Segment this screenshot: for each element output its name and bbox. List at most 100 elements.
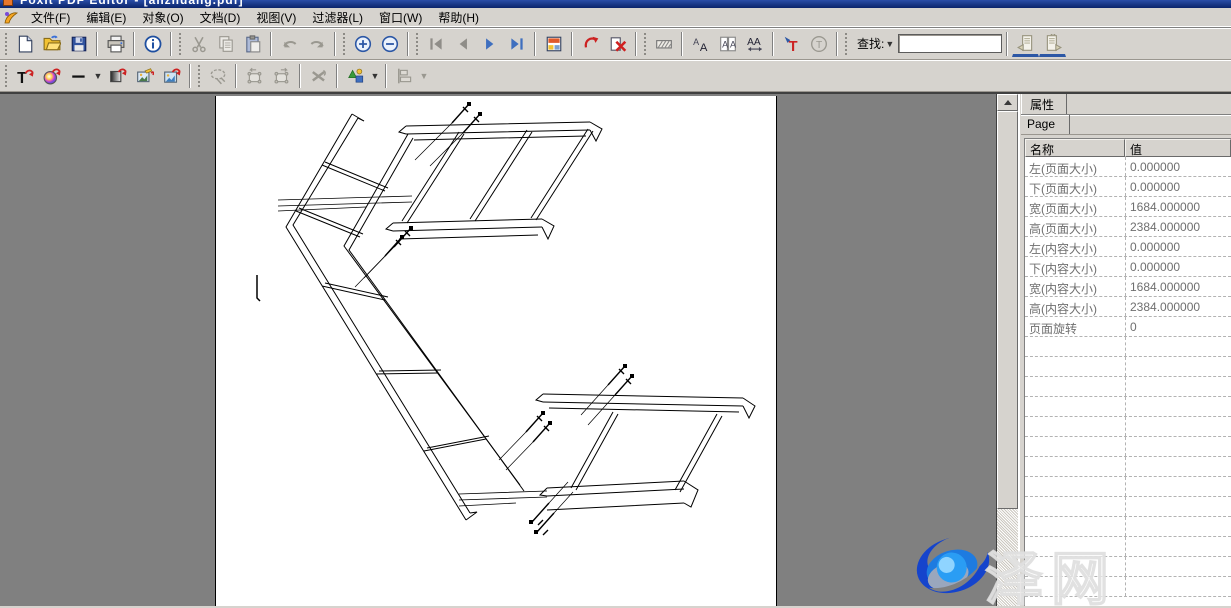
next-page-button[interactable] xyxy=(476,31,503,57)
print-button[interactable] xyxy=(102,31,129,57)
toolbar-drag-handle[interactable] xyxy=(4,65,8,87)
vertical-scrollbar[interactable] xyxy=(996,94,1018,606)
property-value[interactable]: 0 xyxy=(1125,317,1231,336)
separator xyxy=(170,32,172,56)
property-value[interactable]: 0.000000 xyxy=(1125,177,1231,196)
char-spacing-icon: AA xyxy=(746,35,764,53)
rotate-page-button[interactable] xyxy=(577,31,604,57)
document-page[interactable] xyxy=(215,96,777,606)
menu-object[interactable]: 对象(O) xyxy=(134,7,191,28)
line-style-dropdown-caret-icon[interactable]: ▼ xyxy=(92,63,104,89)
property-value[interactable]: 1684.000000 xyxy=(1125,277,1231,296)
rotate-left-icon xyxy=(246,67,264,85)
rotate-object-right-button[interactable] xyxy=(268,63,295,89)
copy-button[interactable] xyxy=(212,31,239,57)
toolbar-drag-handle[interactable] xyxy=(178,33,182,55)
edit-color-button[interactable] xyxy=(38,63,65,89)
property-name: 页面旋转 xyxy=(1025,317,1125,336)
property-name: 下(内容大小) xyxy=(1025,257,1125,276)
paste-button[interactable] xyxy=(239,31,266,57)
cut-button[interactable] xyxy=(185,31,212,57)
toolbar-drag-handle[interactable] xyxy=(197,65,201,87)
menu-window[interactable]: 窗口(W) xyxy=(371,7,430,28)
menu-filter[interactable]: 过滤器(L) xyxy=(304,7,371,28)
align-objects-button[interactable] xyxy=(391,63,418,89)
separator xyxy=(836,32,838,56)
undo-button[interactable] xyxy=(276,31,303,57)
empty-row xyxy=(1025,337,1231,357)
main-area: 属性 Page 名称 值 左(页面大小) 0.000000 下(页面大小) 0.… xyxy=(0,92,1231,606)
font-size-button[interactable]: AA xyxy=(714,31,741,57)
open-file-button[interactable] xyxy=(38,31,65,57)
toolbar-drag-handle[interactable] xyxy=(415,33,419,55)
toolbar-drag-handle[interactable] xyxy=(342,33,346,55)
line-style-button[interactable] xyxy=(65,63,92,89)
zoom-in-button[interactable] xyxy=(349,31,376,57)
first-page-button[interactable] xyxy=(422,31,449,57)
delete-page-button[interactable] xyxy=(604,31,631,57)
menu-document[interactable]: 文档(D) xyxy=(192,7,249,28)
property-name: 高(内容大小) xyxy=(1025,297,1125,316)
rotate-page-icon xyxy=(582,35,600,53)
insert-shapes-button[interactable] xyxy=(342,63,369,89)
last-page-button[interactable] xyxy=(503,31,530,57)
canvas-area[interactable] xyxy=(0,94,996,606)
find-dropdown-caret-icon[interactable]: ▼ xyxy=(885,39,894,49)
separator xyxy=(133,32,135,56)
redo-button[interactable] xyxy=(303,31,330,57)
edit-text-button[interactable]: T xyxy=(11,63,38,89)
delete-object-button[interactable] xyxy=(305,63,332,89)
edit-shading-button[interactable] xyxy=(104,63,131,89)
font-replace-button[interactable]: AA xyxy=(687,31,714,57)
menu-help[interactable]: 帮助(H) xyxy=(430,7,487,28)
char-spacing-button[interactable]: AA xyxy=(741,31,768,57)
panel-title-row: 属性 xyxy=(1021,94,1231,115)
text-orientation-icon: T xyxy=(810,35,828,53)
zoom-out-icon xyxy=(381,35,399,53)
lasso-select-button[interactable] xyxy=(204,63,231,89)
font-size-icon: AA xyxy=(719,35,737,53)
scrollbar-thumb[interactable] xyxy=(997,111,1018,509)
tab-page[interactable]: Page xyxy=(1021,115,1070,134)
next-view-button[interactable] xyxy=(1039,31,1066,57)
property-row: 左(页面大小) 0.000000 xyxy=(1025,157,1231,177)
svg-text:AA: AA xyxy=(747,37,761,48)
text-orientation-button[interactable]: T xyxy=(805,31,832,57)
separator xyxy=(772,32,774,56)
empty-row xyxy=(1025,517,1231,537)
undo-arrow-icon xyxy=(281,35,299,53)
menu-edit[interactable]: 编辑(E) xyxy=(78,7,134,28)
toolbar-drag-handle[interactable] xyxy=(844,33,848,55)
property-value[interactable]: 1684.000000 xyxy=(1125,197,1231,216)
toolbar-drag-handle[interactable] xyxy=(4,33,8,55)
page-thumbnails-button[interactable] xyxy=(540,31,567,57)
align-dropdown-caret-icon[interactable]: ▼ xyxy=(418,63,430,89)
menu-view[interactable]: 视图(V) xyxy=(248,7,304,28)
scroll-up-button[interactable] xyxy=(997,94,1018,111)
property-value[interactable]: 2384.000000 xyxy=(1125,217,1231,236)
rotate-object-left-button[interactable] xyxy=(241,63,268,89)
separator xyxy=(235,64,237,88)
line-icon xyxy=(70,67,88,85)
hatch-tool-button[interactable] xyxy=(650,31,677,57)
print-icon xyxy=(107,35,125,53)
property-value[interactable]: 2384.000000 xyxy=(1125,297,1231,316)
property-value[interactable]: 0.000000 xyxy=(1125,237,1231,256)
find-input[interactable] xyxy=(898,34,1002,53)
save-button[interactable] xyxy=(65,31,92,57)
toolbar-drag-handle[interactable] xyxy=(643,33,647,55)
new-document-button[interactable] xyxy=(11,31,38,57)
property-value[interactable]: 0.000000 xyxy=(1125,257,1231,276)
edit-image-button[interactable] xyxy=(131,63,158,89)
property-value[interactable]: 0.000000 xyxy=(1125,157,1231,176)
zoom-out-button[interactable] xyxy=(376,31,403,57)
scrollbar-track[interactable] xyxy=(997,509,1018,606)
property-name: 高(页面大小) xyxy=(1025,217,1125,236)
prev-page-button[interactable] xyxy=(449,31,476,57)
menu-file[interactable]: 文件(F) xyxy=(23,7,78,28)
info-button[interactable] xyxy=(139,31,166,57)
insert-text-button[interactable]: T xyxy=(778,31,805,57)
prev-view-button[interactable] xyxy=(1012,31,1039,57)
replace-image-button[interactable] xyxy=(158,63,185,89)
shapes-dropdown-caret-icon[interactable]: ▼ xyxy=(369,63,381,89)
